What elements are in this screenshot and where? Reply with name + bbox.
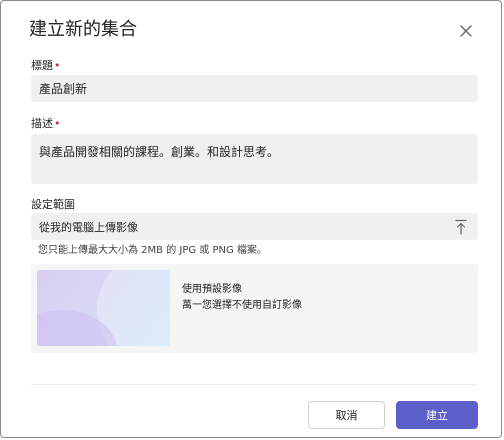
create-collection-dialog: 建立新的集合 標題• 產品創新 描述• 與產品開發相關的課程。創業。和設計思考。…	[0, 0, 502, 438]
upload-image-button[interactable]: 從我的電腦上傳影像	[31, 213, 478, 240]
upload-icon	[455, 219, 467, 235]
cover-image-label: 設定範圍	[31, 198, 75, 211]
title-label-text: 標題	[31, 59, 53, 72]
dialog-title: 建立新的集合	[29, 19, 137, 40]
footer-divider	[31, 384, 478, 385]
cancel-button[interactable]: 取消	[308, 401, 385, 429]
description-value: 與產品開發相關的課程。創業。和設計思考。	[39, 145, 280, 159]
title-input[interactable]: 產品創新	[31, 75, 478, 102]
create-button[interactable]: 建立	[396, 401, 478, 429]
default-image-thumbnail	[37, 270, 170, 346]
upload-image-text: 從我的電腦上傳影像	[39, 220, 138, 234]
close-icon[interactable]	[456, 21, 476, 41]
title-label: 標題•	[31, 57, 61, 73]
description-label: 描述•	[31, 115, 61, 131]
required-marker: •	[54, 59, 61, 72]
description-label-text: 描述	[31, 117, 53, 130]
upload-hint: 您只能上傳最大大小為 2MB 的 JPG 或 PNG 檔案。	[38, 245, 267, 256]
default-image-subtitle: 萬一您選擇不使用自訂影像	[182, 300, 302, 311]
title-input-value: 產品創新	[39, 82, 88, 96]
default-image-title: 使用預設影像	[182, 284, 242, 295]
required-marker: •	[54, 117, 61, 130]
description-textarea[interactable]: 與產品開發相關的課程。創業。和設計思考。	[31, 134, 478, 184]
